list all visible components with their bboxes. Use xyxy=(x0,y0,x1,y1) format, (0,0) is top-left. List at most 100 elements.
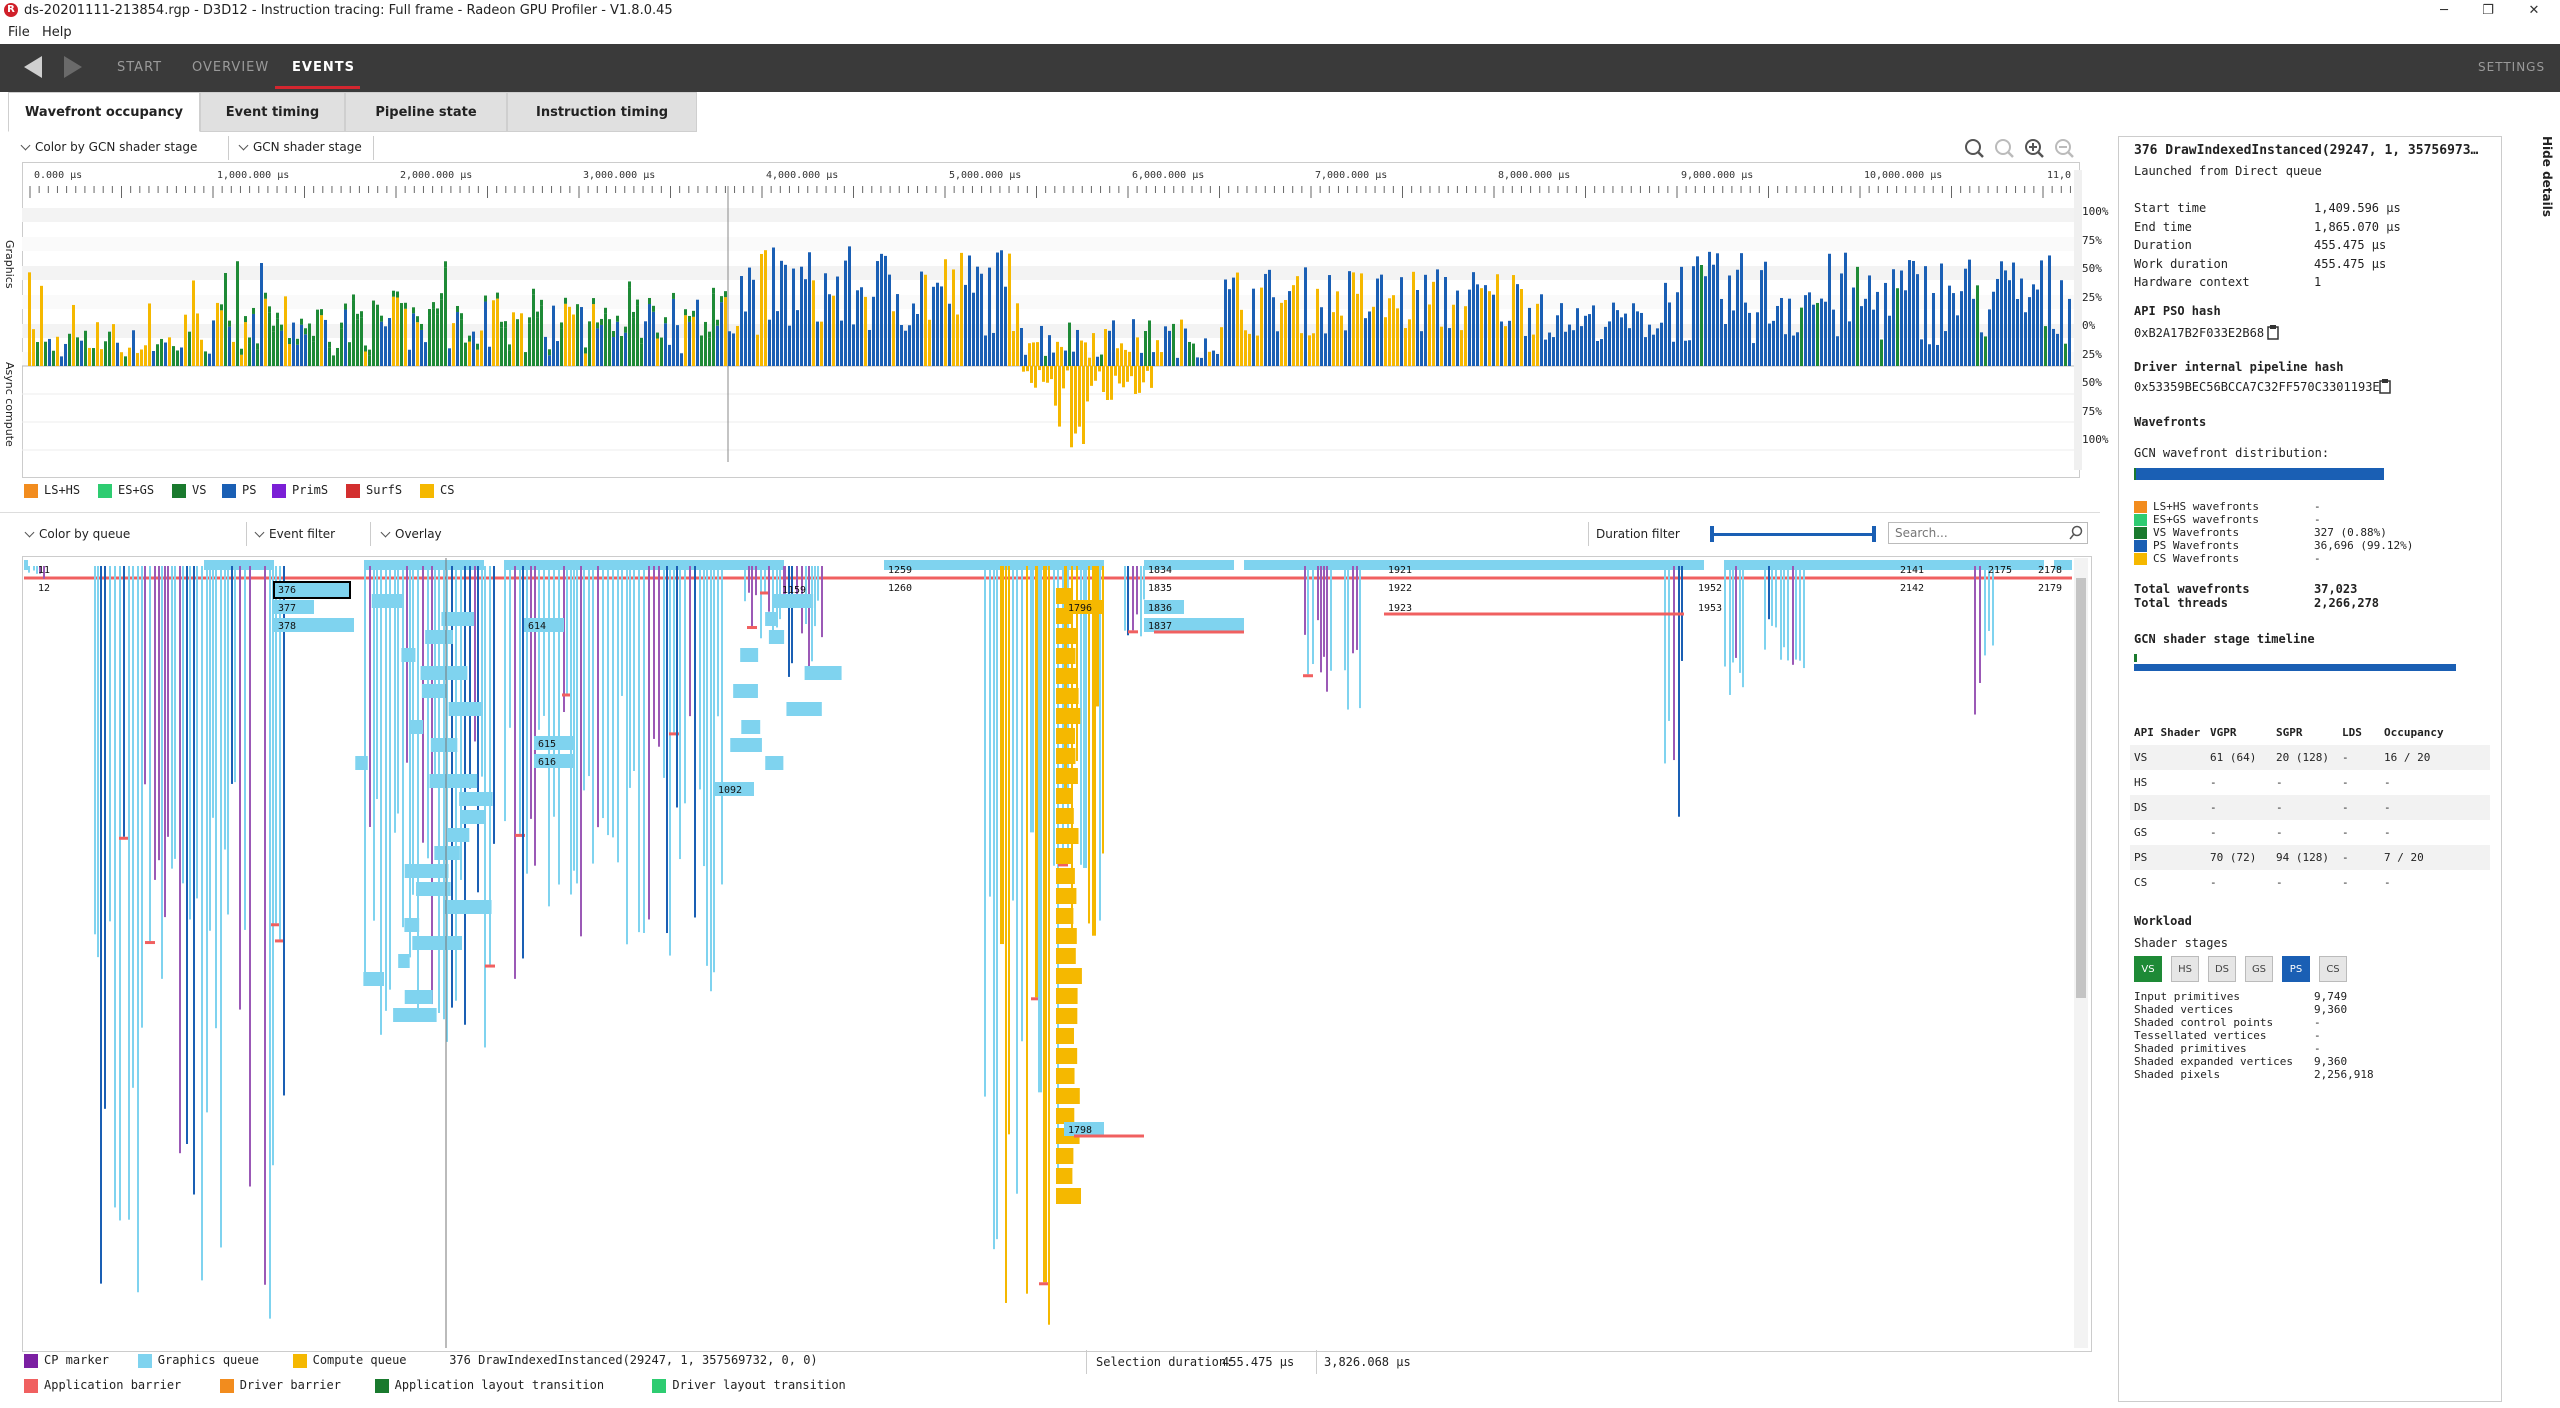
compute-event-bar[interactable] xyxy=(1056,728,1076,744)
event-bar[interactable] xyxy=(1356,566,1358,650)
event-bar[interactable] xyxy=(215,566,217,1029)
event-bar[interactable] xyxy=(1775,566,1777,628)
event-bar[interactable] xyxy=(1732,566,1734,663)
compute-event-bar[interactable] xyxy=(1056,948,1076,964)
compute-event-bar[interactable] xyxy=(1056,868,1075,884)
event-bar[interactable] xyxy=(526,566,528,874)
event-bar[interactable] xyxy=(477,566,479,893)
event-bar[interactable] xyxy=(109,566,111,922)
event-bar[interactable] xyxy=(694,566,696,918)
event-bar[interactable] xyxy=(1974,566,1976,715)
event-bar[interactable] xyxy=(212,566,214,818)
compute-event-bar[interactable] xyxy=(1056,668,1077,684)
compute-event-bar[interactable] xyxy=(1056,1168,1073,1184)
stage-button-ps[interactable]: PS xyxy=(2282,956,2310,982)
event-bar[interactable] xyxy=(144,566,146,785)
event-bar[interactable] xyxy=(1143,566,1145,600)
event-bar[interactable] xyxy=(710,566,712,992)
event-bar[interactable] xyxy=(514,566,516,979)
copy-icon[interactable] xyxy=(2266,324,2280,340)
event-bar[interactable] xyxy=(493,566,495,844)
event-bar[interactable] xyxy=(1992,566,1994,646)
event-bar[interactable] xyxy=(821,566,823,638)
minimize-button[interactable]: ─ xyxy=(2424,0,2464,22)
event-bar[interactable] xyxy=(676,566,678,808)
event-bar[interactable] xyxy=(563,566,565,713)
event-bar[interactable] xyxy=(1016,566,1018,1194)
compute-event-bar[interactable] xyxy=(1056,1088,1080,1104)
event-bar[interactable] xyxy=(154,566,156,880)
event-bar[interactable] xyxy=(1307,566,1309,675)
event-bar[interactable] xyxy=(220,566,222,1248)
event-bar[interactable] xyxy=(602,566,604,819)
event-bar[interactable] xyxy=(612,566,614,838)
event-bar[interactable] xyxy=(141,566,143,1028)
event-bar[interactable] xyxy=(1000,566,1004,945)
event-bar[interactable] xyxy=(1048,566,1050,1325)
event-bar[interactable] xyxy=(633,566,635,771)
compute-event-bar[interactable] xyxy=(1056,768,1078,784)
compute-event-bar[interactable] xyxy=(1056,1148,1074,1164)
event-bar[interactable] xyxy=(469,566,471,789)
compute-event-bar[interactable] xyxy=(1056,1068,1075,1084)
event-bar[interactable] xyxy=(231,566,233,784)
forward-arrow-icon[interactable] xyxy=(64,56,82,78)
color-by-queue-dropdown[interactable]: Color by queue xyxy=(24,527,130,541)
event-bar[interactable] xyxy=(588,566,590,777)
event-bar[interactable] xyxy=(1780,566,1782,660)
event-bar[interactable] xyxy=(1783,566,1785,648)
event-bar[interactable] xyxy=(1668,566,1670,721)
event-bar[interactable] xyxy=(201,566,203,1281)
event-bar[interactable] xyxy=(583,566,585,791)
event-bar[interactable] xyxy=(993,566,995,1250)
event-bar[interactable] xyxy=(149,566,151,942)
event-bar[interactable] xyxy=(1136,566,1138,615)
stage-button-vs[interactable]: VS xyxy=(2134,956,2162,982)
event-bar[interactable] xyxy=(422,566,424,843)
event-bar[interactable] xyxy=(755,566,757,596)
event-bar[interactable] xyxy=(1729,566,1731,695)
event-bar[interactable] xyxy=(28,566,30,573)
slider-handle-min[interactable] xyxy=(1710,526,1714,542)
stage-button-hs[interactable]: HS xyxy=(2171,956,2199,982)
compute-event-bar[interactable] xyxy=(1056,988,1078,1004)
zoom-to-selection-icon[interactable] xyxy=(1965,139,1984,158)
event-bar[interactable] xyxy=(1026,566,1028,1294)
event-bar[interactable] xyxy=(33,566,35,571)
event-bar[interactable] xyxy=(1803,566,1805,669)
event-bar[interactable] xyxy=(373,566,375,921)
event-bar[interactable] xyxy=(689,566,691,717)
event-bar[interactable] xyxy=(1132,566,1134,631)
event-bar[interactable] xyxy=(1799,566,1801,661)
subtab-wavefront-occupancy[interactable]: Wavefront occupancy xyxy=(8,92,200,132)
event-bar[interactable] xyxy=(519,566,521,834)
event-bar[interactable] xyxy=(380,566,382,1035)
event-search-input[interactable] xyxy=(1888,522,2088,544)
event-bar[interactable] xyxy=(699,566,701,790)
color-by-stage-dropdown[interactable]: Color by GCN shader stage xyxy=(20,140,197,154)
event-scrollbar[interactable] xyxy=(2074,558,2088,1348)
event-bar[interactable] xyxy=(592,566,594,864)
event-bar[interactable] xyxy=(808,566,810,670)
event-bar[interactable] xyxy=(1088,566,1090,924)
event-bar[interactable] xyxy=(629,566,631,788)
event-scrollbar-thumb[interactable] xyxy=(2076,578,2086,998)
compute-event-bar[interactable] xyxy=(1056,1028,1074,1044)
event-bar[interactable] xyxy=(984,566,986,1097)
event-bar[interactable] xyxy=(814,566,816,627)
event-bar[interactable] xyxy=(673,566,675,733)
event-filter-dropdown[interactable]: Event filter xyxy=(254,527,335,541)
event-bar[interactable] xyxy=(1984,566,1986,656)
event-bar[interactable] xyxy=(768,566,770,612)
event-bar[interactable] xyxy=(1795,566,1797,660)
event-bar[interactable] xyxy=(543,566,545,716)
event-bar[interactable] xyxy=(1735,566,1737,658)
event-bar[interactable] xyxy=(1724,560,1924,570)
event-bar[interactable] xyxy=(1352,566,1354,654)
compute-event-bar[interactable] xyxy=(1056,628,1078,644)
event-bar[interactable] xyxy=(1012,566,1014,901)
event-bar[interactable] xyxy=(272,566,274,1166)
duration-filter-slider[interactable] xyxy=(1710,526,1876,542)
event-bar[interactable] xyxy=(1330,566,1332,671)
event-bar[interactable] xyxy=(706,566,708,966)
